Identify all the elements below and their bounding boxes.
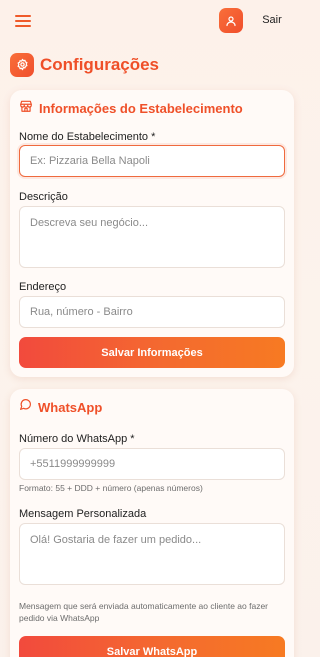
establishment-name-input[interactable] xyxy=(19,145,285,177)
save-info-button[interactable]: Salvar Informações xyxy=(19,337,285,368)
address-label: Endereço xyxy=(19,281,67,293)
page-title: Configurações xyxy=(40,54,160,74)
logout-button[interactable]: Sair xyxy=(256,8,288,33)
store-icon xyxy=(19,99,33,118)
whatsapp-number-input[interactable] xyxy=(19,448,285,480)
establishment-card-header: Informações do Estabelecimento xyxy=(19,99,243,118)
establishment-card-title: Informações do Estabelecimento xyxy=(39,101,243,116)
description-label: Descrição xyxy=(19,191,68,203)
whatsapp-card: WhatsApp Número do WhatsApp * Formato: 5… xyxy=(10,389,294,657)
custom-message-label: Mensagem Personalizada xyxy=(19,508,147,520)
whatsapp-number-label: Número do WhatsApp * xyxy=(19,433,135,445)
save-whatsapp-button[interactable]: Salvar WhatsApp xyxy=(19,636,285,657)
whatsapp-card-title: WhatsApp xyxy=(38,399,103,415)
whatsapp-card-header: WhatsApp xyxy=(19,398,102,416)
menu-icon[interactable] xyxy=(15,13,33,29)
description-textarea[interactable] xyxy=(19,206,285,268)
page-heading: Configurações xyxy=(10,52,159,77)
settings-page: Sair Configurações Informações do Estabe… xyxy=(0,0,303,657)
user-icon[interactable] xyxy=(219,8,243,33)
custom-message-textarea[interactable] xyxy=(19,523,285,585)
top-bar: Sair xyxy=(0,0,303,42)
establishment-name-label: Nome do Estabelecimento * xyxy=(19,131,156,143)
custom-message-hint: Mensagem que será enviada automaticament… xyxy=(19,601,269,623)
establishment-card: Informações do Estabelecimento Nome do E… xyxy=(10,90,294,377)
message-circle-icon xyxy=(19,398,32,416)
settings-icon xyxy=(10,52,34,77)
whatsapp-number-hint: Formato: 55 + DDD + número (apenas númer… xyxy=(19,483,203,493)
address-input[interactable] xyxy=(19,296,285,328)
